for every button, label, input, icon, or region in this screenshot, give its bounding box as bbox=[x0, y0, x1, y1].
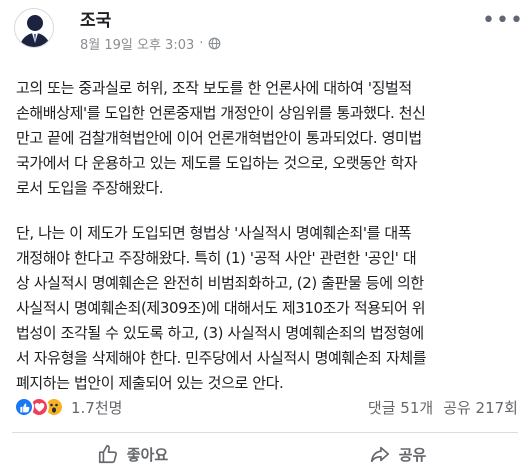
action-bar: 좋아요 공유 bbox=[0, 434, 530, 474]
avatar[interactable] bbox=[14, 8, 54, 48]
post-header: 조국 8월 19일 오후 3:03 · ••• bbox=[0, 0, 530, 62]
more-options-button[interactable]: ••• bbox=[482, 8, 523, 33]
share-arrow-icon bbox=[370, 446, 389, 463]
share-label: 공유 bbox=[398, 445, 427, 464]
engagement-stats: 댓글 51개 공유 217회 bbox=[368, 397, 518, 418]
avatar-silhouette-icon bbox=[19, 15, 51, 47]
divider bbox=[12, 432, 518, 433]
share-count[interactable]: 공유 217회 bbox=[443, 397, 518, 418]
post-body: 고의 또는 중과실로 허위, 조작 보도를 한 언론사에 대하여 '징벌적 손해… bbox=[16, 76, 522, 416]
post-meta: 8월 19일 오후 3:03 · bbox=[80, 34, 221, 53]
share-button[interactable]: 공유 bbox=[265, 434, 530, 474]
comment-count[interactable]: 댓글 51개 bbox=[368, 397, 433, 418]
reaction-icons[interactable] bbox=[14, 397, 64, 417]
globe-icon[interactable] bbox=[208, 37, 221, 50]
author-name[interactable]: 조국 bbox=[80, 6, 111, 31]
like-icon bbox=[14, 397, 34, 417]
meta-separator: · bbox=[199, 36, 204, 51]
like-label: 좋아요 bbox=[126, 445, 169, 464]
post-timestamp[interactable]: 8월 19일 오후 3:03 bbox=[80, 34, 194, 53]
reaction-count[interactable]: 1.7천명 bbox=[71, 397, 122, 418]
reactions-bar: 1.7천명 댓글 51개 공유 217회 bbox=[14, 393, 518, 421]
like-button[interactable]: 좋아요 bbox=[0, 434, 265, 474]
post-paragraph: 단, 나는 이 제도가 도입되면 형법상 '사실적시 명예훼손죄'를 대폭 개정… bbox=[16, 224, 427, 392]
thumbs-up-icon bbox=[98, 444, 117, 464]
post-paragraph: 고의 또는 중과실로 허위, 조작 보도를 한 언론사에 대하여 '징벌적 손해… bbox=[16, 79, 426, 197]
